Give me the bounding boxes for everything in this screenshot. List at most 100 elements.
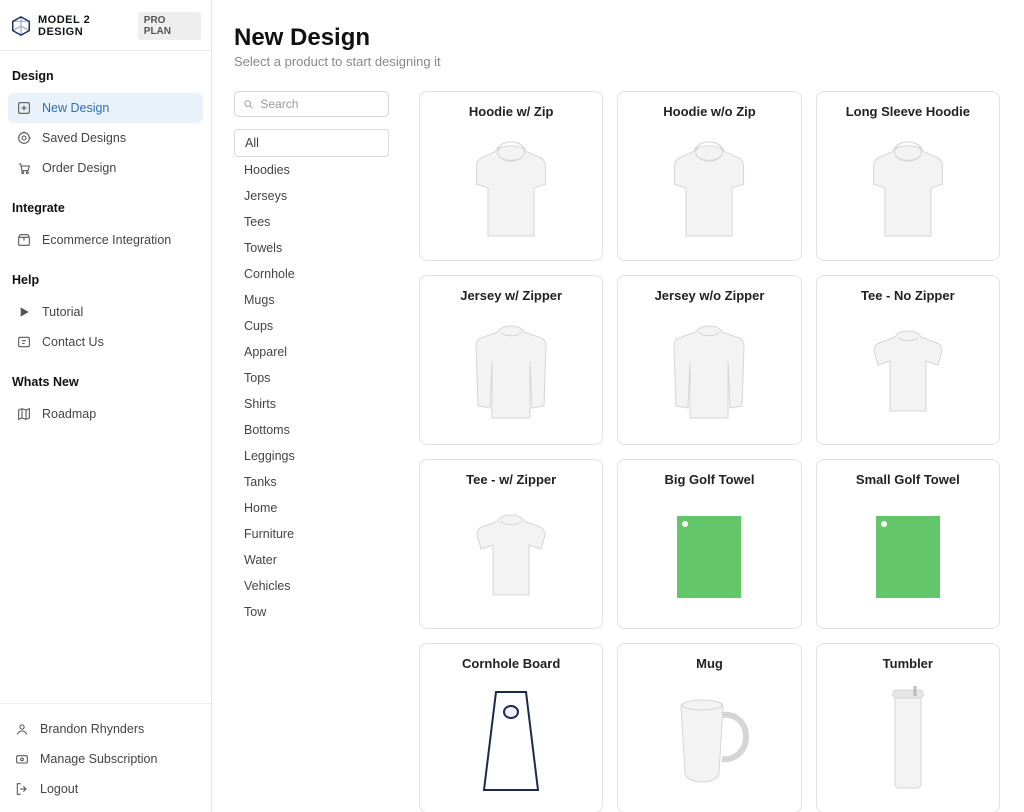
product-card-tee-w-zipper[interactable]: Tee - w/ Zipper [419, 459, 603, 629]
product-title: Hoodie w/ Zip [469, 104, 554, 119]
product-image [626, 309, 792, 436]
category-tops[interactable]: Tops [234, 365, 389, 391]
product-card-cornhole-board[interactable]: Cornhole Board [419, 643, 603, 812]
logout-icon [14, 781, 30, 797]
product-card-tumbler[interactable]: Tumbler [816, 643, 1000, 812]
category-apparel[interactable]: Apparel [234, 339, 389, 365]
category-tees[interactable]: Tees [234, 209, 389, 235]
search-box[interactable] [234, 91, 389, 117]
product-title: Tumbler [883, 656, 933, 671]
category-bottoms[interactable]: Bottoms [234, 417, 389, 443]
product-card-tee-no-zipper[interactable]: Tee - No Zipper [816, 275, 1000, 445]
product-image [428, 493, 594, 620]
category-mugs[interactable]: Mugs [234, 287, 389, 313]
footer-item-logout[interactable]: Logout [6, 774, 205, 804]
sidebar-item-ecommerce-integration[interactable]: Ecommerce Integration [8, 225, 203, 255]
product-card-big-golf-towel[interactable]: Big Golf Towel [617, 459, 801, 629]
nav-item-label: Manage Subscription [40, 752, 157, 766]
page-title: New Design [234, 24, 1002, 52]
product-title: Long Sleeve Hoodie [846, 104, 970, 119]
user-icon [14, 721, 30, 737]
product-card-jersey-w-o-zipper[interactable]: Jersey w/o Zipper [617, 275, 801, 445]
product-title: Hoodie w/o Zip [663, 104, 755, 119]
product-image [626, 125, 792, 252]
category-shirts[interactable]: Shirts [234, 391, 389, 417]
sidebar-item-new-design[interactable]: New Design [8, 93, 203, 123]
sidebar-item-tutorial[interactable]: Tutorial [8, 297, 203, 327]
product-title: Mug [696, 656, 723, 671]
category-towels[interactable]: Towels [234, 235, 389, 261]
nav-item-label: Saved Designs [42, 131, 126, 145]
nav-section: IntegrateEcommerce Integration [0, 183, 211, 255]
nav-section: Whats New Roadmap [0, 357, 211, 429]
nav-heading: Design [8, 65, 203, 87]
product-image [825, 493, 991, 620]
category-water[interactable]: Water [234, 547, 389, 573]
category-cornhole[interactable]: Cornhole [234, 261, 389, 287]
filter-column: AllHoodiesJerseysTeesTowelsCornholeMugsC… [234, 91, 389, 812]
category-tanks[interactable]: Tanks [234, 469, 389, 495]
subscription-icon [14, 751, 30, 767]
sidebar-item-roadmap[interactable]: Roadmap [8, 399, 203, 429]
product-card-hoodie-w-o-zip[interactable]: Hoodie w/o Zip [617, 91, 801, 261]
map-icon [16, 406, 32, 422]
contact-icon [16, 334, 32, 350]
product-grid: Hoodie w/ Zip Hoodie w/o Zip Long Sleeve… [419, 91, 1000, 812]
play-icon [16, 304, 32, 320]
product-card-jersey-w-zipper[interactable]: Jersey w/ Zipper [419, 275, 603, 445]
page-header: New Design Select a product to start des… [212, 0, 1024, 71]
product-title: Small Golf Towel [856, 472, 960, 487]
nav-section: Design New Design Saved Designs Order Desig… [0, 51, 211, 183]
category-list: AllHoodiesJerseysTeesTowelsCornholeMugsC… [234, 129, 389, 625]
category-hoodies[interactable]: Hoodies [234, 157, 389, 183]
product-image [428, 677, 594, 804]
product-title: Jersey w/o Zipper [655, 288, 765, 303]
nav-item-label: Ecommerce Integration [42, 233, 171, 247]
footer-item-manage-subscription[interactable]: Manage Subscription [6, 744, 205, 774]
product-card-small-golf-towel[interactable]: Small Golf Towel [816, 459, 1000, 629]
main: New Design Select a product to start des… [212, 0, 1024, 812]
nav-item-label: New Design [42, 101, 109, 115]
product-image [428, 309, 594, 436]
product-card-long-sleeve-hoodie[interactable]: Long Sleeve Hoodie [816, 91, 1000, 261]
plan-badge: PRO PLAN [138, 12, 201, 40]
category-jerseys[interactable]: Jerseys [234, 183, 389, 209]
product-grid-scroll[interactable]: Hoodie w/ Zip Hoodie w/o Zip Long Sleeve… [389, 91, 1012, 812]
category-home[interactable]: Home [234, 495, 389, 521]
nav-item-label: Tutorial [42, 305, 83, 319]
new-design-icon [16, 100, 32, 116]
footer-item-brandon-rhynders[interactable]: Brandon Rhynders [6, 714, 205, 744]
content: AllHoodiesJerseysTeesTowelsCornholeMugsC… [212, 71, 1024, 812]
category-tow[interactable]: Tow [234, 599, 389, 625]
brand-logo[interactable]: MODEL 2 DESIGN [10, 14, 138, 38]
product-card-mug[interactable]: Mug [617, 643, 801, 812]
search-icon [243, 98, 254, 111]
category-leggings[interactable]: Leggings [234, 443, 389, 469]
sidebar-item-contact-us[interactable]: Contact Us [8, 327, 203, 357]
category-vehicles[interactable]: Vehicles [234, 573, 389, 599]
nav-heading: Help [8, 269, 203, 291]
product-image [825, 125, 991, 252]
product-image [428, 125, 594, 252]
brand-name: MODEL 2 DESIGN [38, 14, 138, 38]
sidebar: MODEL 2 DESIGN PRO PLAN Design New Design… [0, 0, 212, 812]
search-input[interactable] [260, 97, 380, 111]
product-card-hoodie-w-zip[interactable]: Hoodie w/ Zip [419, 91, 603, 261]
saved-icon [16, 130, 32, 146]
nav-item-label: Order Design [42, 161, 116, 175]
product-image [825, 677, 991, 804]
product-image [626, 677, 792, 804]
category-cups[interactable]: Cups [234, 313, 389, 339]
product-image [825, 309, 991, 436]
sidebar-item-saved-designs[interactable]: Saved Designs [8, 123, 203, 153]
category-all[interactable]: All [234, 129, 389, 157]
product-title: Big Golf Towel [664, 472, 754, 487]
sidebar-item-order-design[interactable]: Order Design [8, 153, 203, 183]
product-image [626, 493, 792, 620]
cart-icon [16, 160, 32, 176]
nav-item-label: Contact Us [42, 335, 104, 349]
nav-item-label: Roadmap [42, 407, 96, 421]
category-furniture[interactable]: Furniture [234, 521, 389, 547]
nav-heading: Whats New [8, 371, 203, 393]
logo-icon [10, 15, 32, 37]
